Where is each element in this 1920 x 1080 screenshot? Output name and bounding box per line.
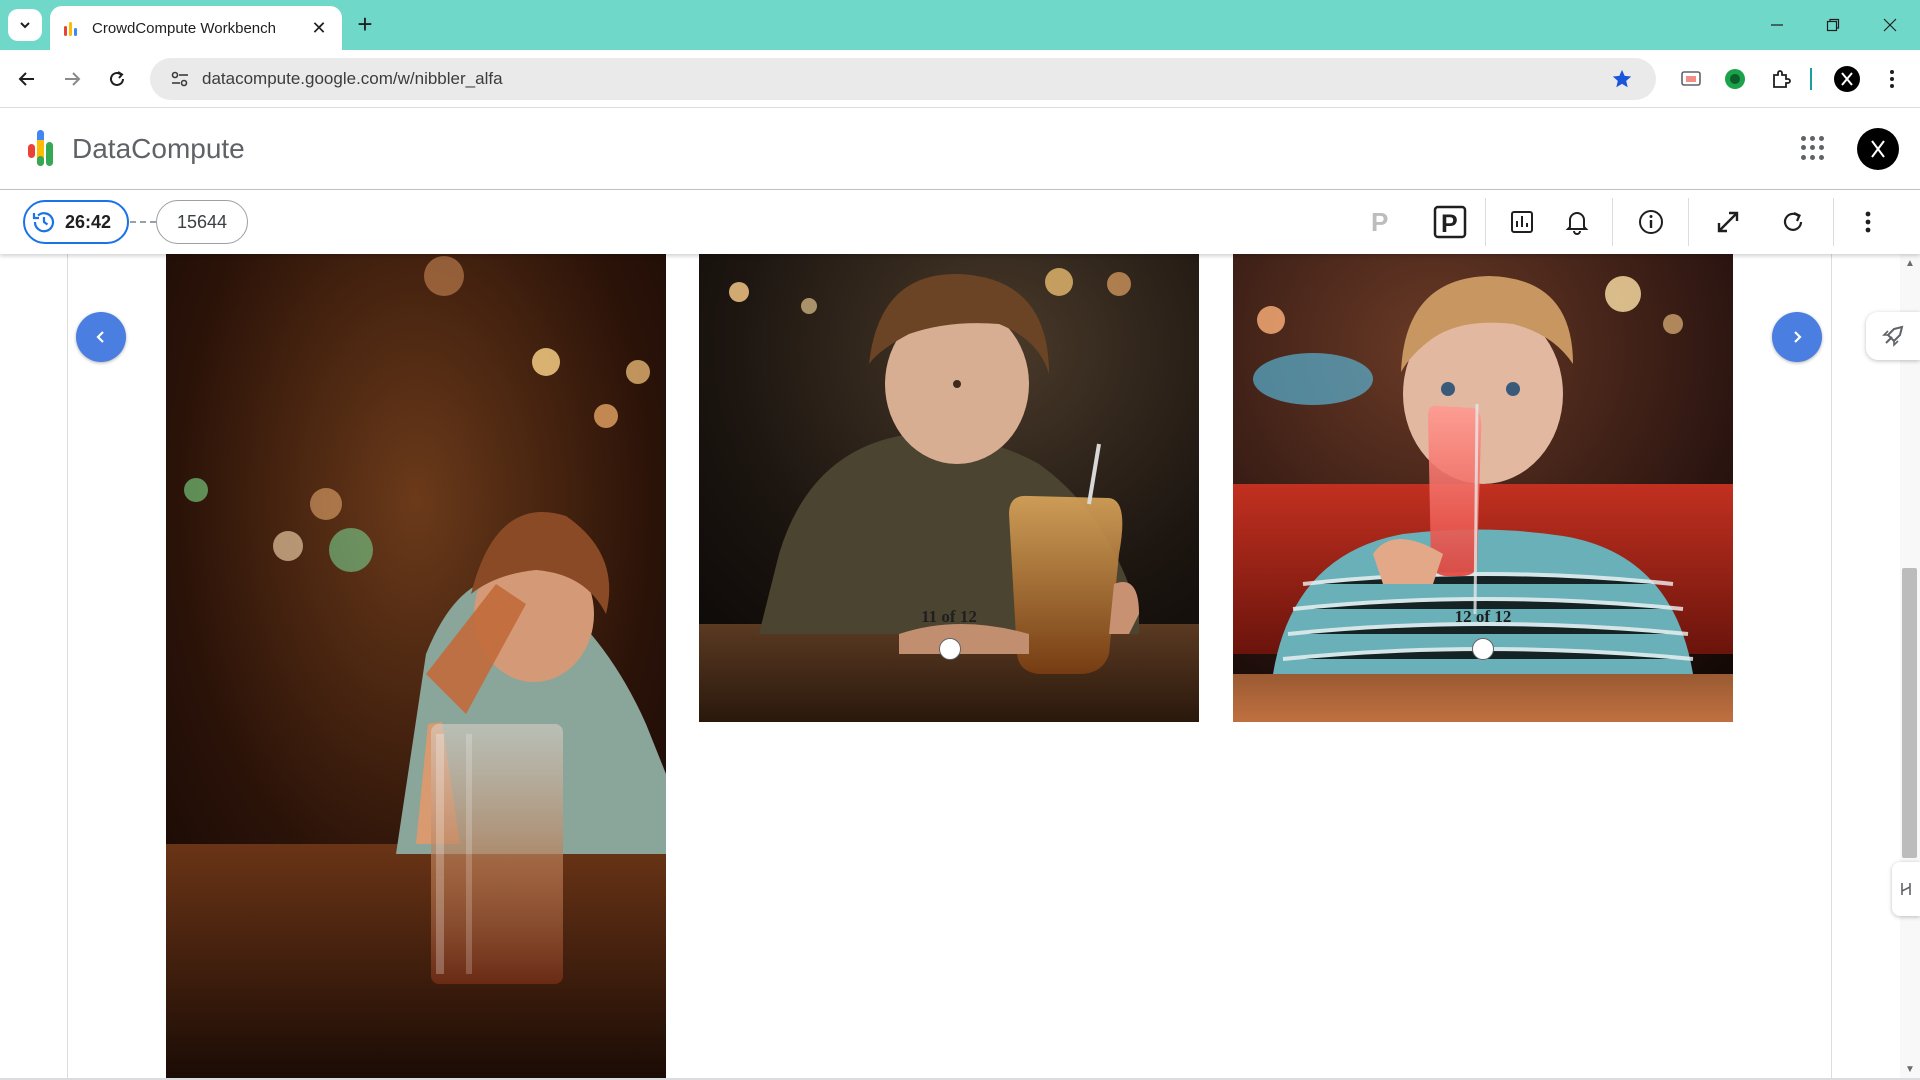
restore-icon[interactable] <box>1805 10 1861 40</box>
stats-icon[interactable] <box>1500 202 1544 242</box>
url-text[interactable]: datacompute.google.com/w/nibbler_alfa <box>202 69 1600 89</box>
timer-text: 26:42 <box>65 211 112 232</box>
tab-title: CrowdCompute Workbench <box>92 19 276 37</box>
app-header: DataCompute <box>0 108 1920 190</box>
radio-image-11[interactable] <box>939 638 961 660</box>
browser-toolbar: datacompute.google.com/w/nibbler_alfa <box>0 50 1920 108</box>
caption-image-12: 12 of 12 <box>1454 607 1512 626</box>
more-vert-icon[interactable] <box>1846 202 1890 242</box>
logo-mark-icon <box>28 130 62 168</box>
scroll-up-icon[interactable]: ▲ <box>1900 258 1920 269</box>
user-avatar[interactable] <box>1857 128 1899 170</box>
separator <box>1833 198 1834 246</box>
content-border-right <box>1831 254 1832 1080</box>
gallery-image-10[interactable] <box>166 254 666 1080</box>
favicon-icon <box>64 20 80 36</box>
close-window-icon[interactable] <box>1862 10 1918 40</box>
resize-handle-icon <box>1901 883 1911 895</box>
svg-text:P: P <box>1441 210 1458 238</box>
site-info-icon[interactable] <box>158 70 202 88</box>
forward-arrow-icon[interactable] <box>55 62 89 96</box>
tab-search-button[interactable] <box>8 9 42 41</box>
refresh-icon[interactable] <box>1771 202 1815 242</box>
browser-tab-strip: CrowdCompute Workbench ✕ + <box>0 0 1920 50</box>
radio-image-12[interactable] <box>1472 638 1494 660</box>
separator <box>1485 198 1486 246</box>
chevron-left-icon <box>96 331 104 343</box>
rocket-icon <box>1882 325 1904 347</box>
reload-icon[interactable] <box>100 62 134 96</box>
back-arrow-icon[interactable] <box>10 62 44 96</box>
chevron-down-icon <box>20 22 30 29</box>
expand-icon[interactable] <box>1706 202 1750 242</box>
apps-grid-icon[interactable] <box>1801 136 1825 160</box>
caption-image-11: 11 of 12 <box>921 607 977 626</box>
app-name: DataCompute <box>72 133 245 164</box>
scroll-down-icon[interactable]: ▼ <box>1900 1064 1920 1075</box>
chevron-right-icon <box>1794 331 1802 343</box>
info-icon[interactable] <box>1629 202 1673 242</box>
prev-page-button[interactable] <box>76 312 126 362</box>
kebab-menu-icon[interactable] <box>1875 62 1909 96</box>
task-toolbar: 26:42 15644 P P <box>0 190 1920 254</box>
minimize-icon[interactable] <box>1749 10 1805 40</box>
content-border-left <box>67 254 68 1080</box>
avatar-x-icon <box>1871 140 1885 158</box>
separator <box>1688 198 1689 246</box>
history-clock-icon <box>32 212 55 233</box>
p-boxed-icon[interactable]: P <box>1428 202 1472 242</box>
scrollbar-thumb[interactable] <box>1902 568 1917 858</box>
timer-chip[interactable]: 26:42 <box>23 200 129 244</box>
dashed-connector <box>130 221 156 223</box>
svg-text:P: P <box>1371 209 1388 235</box>
separator <box>1612 198 1613 246</box>
p-outline-icon[interactable]: P <box>1358 202 1402 242</box>
address-bar[interactable]: datacompute.google.com/w/nibbler_alfa <box>150 58 1656 100</box>
browser-tab-active[interactable]: CrowdCompute Workbench ✕ <box>50 6 342 50</box>
profile-avatar-icon[interactable] <box>1830 62 1864 96</box>
feedback-side-button[interactable] <box>1866 312 1920 360</box>
next-page-button[interactable] <box>1772 312 1822 362</box>
side-panel-handle[interactable] <box>1892 862 1920 916</box>
cast-icon[interactable] <box>1674 62 1708 96</box>
puzzle-icon[interactable] <box>1764 62 1798 96</box>
bell-icon[interactable] <box>1555 202 1599 242</box>
extension-icon[interactable] <box>1718 62 1752 96</box>
plus-icon[interactable]: + <box>350 10 380 40</box>
bookmark-star-icon[interactable] <box>1600 68 1644 90</box>
task-id-chip[interactable]: 15644 <box>156 200 248 244</box>
gallery-content: 11 of 12 12 of 12 <box>0 254 1920 1080</box>
close-icon[interactable]: ✕ <box>304 18 334 39</box>
datacompute-logo[interactable]: DataCompute <box>28 130 245 168</box>
toolbar-divider <box>1810 68 1812 90</box>
